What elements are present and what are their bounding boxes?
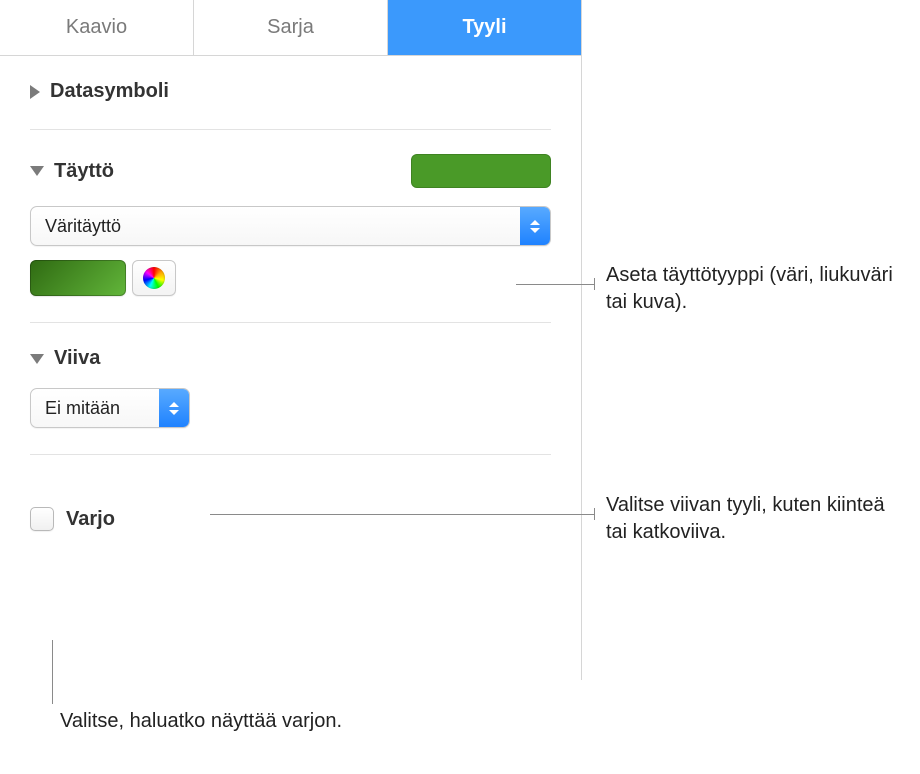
shadow-row: Varjo [30,479,551,541]
callout-leader [516,284,594,285]
color-wheel-icon [143,267,165,289]
fill-type-value: Väritäyttö [45,216,121,237]
stroke-style-popup[interactable]: Ei mitään [30,388,190,428]
fill-title: Täyttö [54,160,114,183]
color-picker-button[interactable] [132,260,176,296]
shadow-label: Varjo [66,508,115,531]
tab-style[interactable]: Tyyli [387,0,581,55]
section-datasymbol: Datasymboli [30,56,551,130]
callout-tick [594,508,595,520]
datasymbol-title: Datasymboli [50,80,169,103]
section-fill: Täyttö Väritäyttö [30,130,551,323]
callout-leader-vertical [52,640,53,704]
inspector-panel: Kaavio Sarja Tyyli Datasymboli Täyttö [0,0,582,680]
fill-color-swatch[interactable] [411,154,551,188]
disclosure-right-icon [30,85,40,99]
callout-shadow: Valitse, haluatko näyttää varjon. [60,708,360,735]
tab-chart[interactable]: Kaavio [0,0,193,55]
section-shadow: Varjo [30,455,551,549]
stroke-header[interactable]: Viiva [30,347,551,370]
tab-series[interactable]: Sarja [193,0,387,55]
fill-color-well[interactable] [30,260,126,296]
fill-type-popup[interactable]: Väritäyttö [30,206,551,246]
section-stroke: Viiva Ei mitään [30,323,551,455]
tab-chart-label: Kaavio [66,16,127,39]
popup-arrows-icon [520,207,550,245]
popup-arrows-icon [159,389,189,427]
datasymbol-header[interactable]: Datasymboli [30,80,551,103]
tab-bar: Kaavio Sarja Tyyli [0,0,581,56]
callout-fill-type: Aseta täyttötyyppi (väri, liukuväri tai … [606,262,906,316]
callout-tick [594,278,595,290]
fill-color-row [30,260,551,296]
fill-header[interactable]: Täyttö [30,154,551,188]
stroke-title: Viiva [54,347,100,370]
callout-leader [210,514,594,515]
shadow-checkbox[interactable] [30,507,54,531]
disclosure-down-icon [30,166,44,176]
stroke-style-value: Ei mitään [45,398,120,419]
tab-series-label: Sarja [267,16,314,39]
inspector-content: Datasymboli Täyttö Väritäyttö [0,56,581,549]
callout-stroke-style: Valitse viivan tyyli, kuten kiinteä tai … [606,492,896,546]
disclosure-down-icon [30,354,44,364]
tab-style-label: Tyyli [462,16,506,39]
